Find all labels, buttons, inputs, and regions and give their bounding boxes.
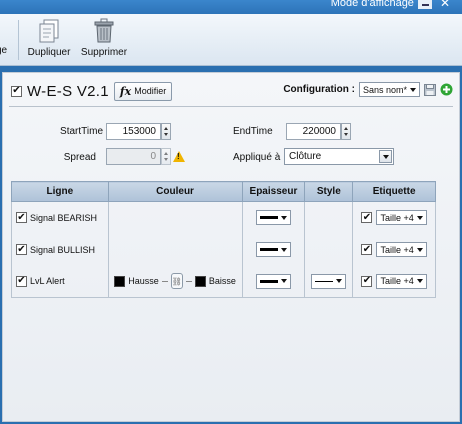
chevron-down-icon	[382, 154, 389, 159]
color-cell	[107, 201, 243, 234]
toolbar-separator	[18, 20, 19, 60]
col-header-style: Style	[304, 181, 354, 202]
start-time-input[interactable]: 153000	[106, 123, 161, 140]
col-header-couleur: Couleur	[107, 181, 243, 202]
indicator-header: ✔ W-E-S V2.1 fx Modifier	[11, 81, 173, 101]
chevron-down-icon	[280, 279, 287, 284]
display-mode-label: Mode d'affichage	[330, 0, 414, 9]
indicator-enabled-checkbox[interactable]: ✔	[11, 85, 22, 97]
configuration-value: Sans nom*	[362, 84, 407, 95]
indicator-panel: ✔ W-E-S V2.1 fx Modifier Configuration :…	[2, 72, 460, 422]
warning-icon: !	[173, 151, 185, 162]
lines-table: Ligne Couleur Epaisseur Style Etiquette …	[11, 181, 436, 298]
line-name: LvL Alert	[30, 276, 65, 287]
label-size-value: Taille +4	[380, 276, 414, 287]
trash-icon	[94, 18, 114, 43]
warning-glyph: !	[177, 152, 180, 161]
close-icon[interactable]: ✕	[440, 0, 450, 10]
line-enabled-checkbox[interactable]: ✔	[16, 244, 27, 255]
chevron-down-icon	[416, 215, 423, 220]
thickness-select[interactable]	[255, 210, 291, 226]
up-color-label: Hausse	[128, 276, 159, 287]
down-color-label: Baisse	[208, 276, 236, 287]
end-time-label: EndTime	[233, 126, 273, 137]
end-time-input[interactable]: 220000	[286, 123, 341, 140]
chevron-down-icon	[280, 247, 287, 252]
table-row: ✔ LvL Alert Hausse ⛓ Baisse ✔ Taille +4	[11, 265, 436, 298]
toolbar: ge Dupliquer Supprimer	[0, 14, 462, 66]
thick-line-icon	[259, 216, 278, 220]
start-time-label: StartTime	[60, 126, 103, 137]
partial-toolbar-button[interactable]: ge	[0, 45, 7, 56]
applied-dropdown-button[interactable]	[379, 150, 392, 163]
label-enabled-checkbox[interactable]: ✔	[361, 275, 373, 287]
line-enabled-checkbox[interactable]: ✔	[16, 275, 27, 287]
line-name: Signal BEARISH	[30, 212, 98, 223]
label-enabled-checkbox[interactable]: ✔	[361, 244, 373, 255]
connector-line	[161, 280, 168, 282]
col-header-etiquette: Etiquette	[352, 181, 436, 202]
label-size-select[interactable]: Taille +4	[376, 273, 427, 289]
label-size-select[interactable]: Taille +4	[376, 242, 427, 257]
table-row: ✔ Signal BEARISH ✔ Taille +4	[11, 201, 436, 234]
delete-button[interactable]: Supprimer	[80, 18, 128, 58]
line-enabled-checkbox[interactable]: ✔	[16, 212, 27, 224]
modify-button[interactable]: fx Modifier	[113, 81, 173, 101]
duplicate-icon	[39, 19, 59, 43]
line-style-select[interactable]	[311, 273, 347, 289]
display-mode[interactable]: Mode d'affichage ✕	[331, 0, 450, 10]
label-size-select[interactable]: Taille +4	[376, 210, 427, 226]
duplicate-button[interactable]: Dupliquer	[26, 18, 72, 58]
configuration-group: Configuration : Sans nom*	[283, 82, 453, 97]
chevron-down-icon	[280, 215, 287, 220]
style-cell	[304, 201, 354, 234]
spread-label: Spread	[63, 152, 96, 163]
end-time-stepper[interactable]	[341, 123, 351, 140]
label-enabled-checkbox[interactable]: ✔	[361, 212, 373, 224]
configuration-select[interactable]: Sans nom*	[358, 82, 420, 97]
thick-line-icon	[259, 248, 278, 251]
table-header-row: Ligne Couleur Epaisseur Style Etiquette	[11, 181, 436, 202]
partial-toolbar-label: ge	[0, 45, 8, 56]
thickness-select[interactable]	[255, 242, 291, 257]
down-color-swatch[interactable]	[194, 275, 206, 287]
solid-line-icon	[315, 280, 334, 282]
chevron-down-icon	[410, 87, 416, 92]
add-icon[interactable]	[440, 83, 453, 96]
thickness-select[interactable]	[255, 273, 291, 289]
chevron-down-icon	[416, 247, 423, 252]
header-divider	[9, 106, 453, 107]
start-time-stepper[interactable]	[161, 123, 171, 140]
chevron-down-icon	[336, 279, 343, 284]
formula-icon: fx	[119, 84, 132, 98]
applied-value: Clôture	[289, 151, 322, 162]
style-cell	[304, 233, 354, 266]
connector-line	[185, 280, 192, 282]
chevron-down-icon	[416, 279, 423, 284]
modify-label: Modifier	[134, 86, 167, 96]
line-name: Signal BULLISH	[30, 244, 96, 255]
link-colors-icon[interactable]: ⛓	[170, 273, 183, 290]
title-bar: Mode d'affichage ✕	[0, 0, 462, 14]
col-header-epaisseur: Epaisseur	[241, 181, 306, 202]
save-icon[interactable]	[424, 83, 436, 96]
spread-stepper[interactable]	[161, 148, 171, 165]
applied-label: Appliqué à	[233, 152, 281, 163]
col-header-ligne: Ligne	[11, 181, 109, 202]
label-size-value: Taille +4	[380, 244, 414, 255]
table-row: ✔ Signal BULLISH ✔ Taille +4	[11, 233, 436, 266]
color-cell	[107, 233, 243, 266]
applied-select[interactable]: Clôture	[284, 148, 394, 165]
up-color-swatch[interactable]	[114, 275, 126, 287]
delete-label: Supprimer	[80, 47, 128, 58]
label-size-value: Taille +4	[380, 212, 414, 223]
duplicate-label: Dupliquer	[27, 47, 71, 58]
configuration-label: Configuration :	[283, 84, 355, 95]
minimize-icon[interactable]	[417, 0, 432, 9]
spread-input[interactable]: 0	[106, 148, 161, 165]
thick-line-icon	[259, 279, 278, 283]
indicator-title: W-E-S V2.1	[27, 82, 109, 100]
